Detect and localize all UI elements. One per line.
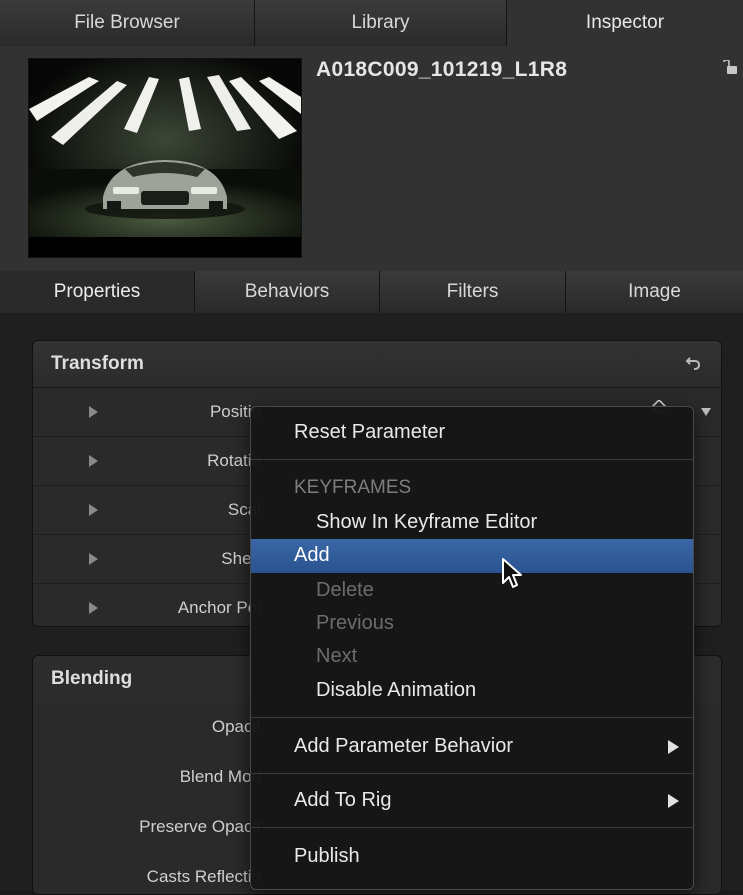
menu-item-label: Previous bbox=[316, 612, 394, 634]
parameter-label: Scal bbox=[227, 500, 261, 519]
menu-section-keyframes: KEYFRAMES bbox=[251, 477, 693, 505]
menu-separator bbox=[251, 773, 693, 774]
tab-behaviors[interactable]: Behaviors bbox=[195, 271, 380, 313]
animation-menu-arrow-icon[interactable] bbox=[701, 408, 711, 416]
transform-group-header[interactable]: Transform bbox=[33, 341, 721, 388]
inspector-tab-bar: Properties Behaviors Filters Image bbox=[0, 271, 743, 313]
blending-title: Blending bbox=[51, 668, 133, 689]
menu-item-reset-parameter[interactable]: Reset Parameter bbox=[251, 421, 693, 451]
menu-item-label: Add bbox=[294, 544, 330, 566]
menu-item-add-to-rig[interactable]: Add To Rig bbox=[251, 789, 693, 819]
parameter-label: Preserve Opacit bbox=[139, 817, 261, 836]
menu-separator bbox=[251, 717, 693, 718]
parameter-label: Casts Reflectio bbox=[146, 867, 261, 886]
menu-item-add[interactable]: Add bbox=[251, 539, 693, 573]
clip-name: A018C009_101219_L1R8 bbox=[316, 58, 568, 81]
tab-properties[interactable]: Properties bbox=[0, 271, 195, 313]
parameter-label: Anchor Poi bbox=[177, 598, 261, 617]
mouse-pointer-icon bbox=[502, 558, 522, 588]
menu-item-label: Disable Animation bbox=[316, 679, 477, 701]
menu-item-previous: Previous bbox=[251, 612, 693, 642]
parameter-label: Positio bbox=[209, 402, 261, 421]
menu-item-label: Add To Rig bbox=[294, 789, 392, 811]
menu-item-label: Show In Keyframe Editor bbox=[316, 511, 538, 533]
menu-item-disable-animation[interactable]: Disable Animation bbox=[251, 679, 693, 709]
parameter-label: Rotatio bbox=[207, 451, 261, 470]
lock-open-icon[interactable] bbox=[722, 60, 738, 76]
tab-file-browser[interactable]: File Browser bbox=[0, 0, 255, 46]
parameter-label: Opacit bbox=[211, 717, 261, 736]
menu-section-label: KEYFRAMES bbox=[294, 477, 412, 498]
submenu-arrow-icon bbox=[668, 740, 679, 754]
menu-item-add-parameter-behavior[interactable]: Add Parameter Behavior bbox=[251, 735, 693, 765]
tab-inspector[interactable]: Inspector bbox=[507, 0, 743, 46]
transform-title: Transform bbox=[51, 353, 144, 374]
menu-separator bbox=[251, 827, 693, 828]
menu-separator bbox=[251, 459, 693, 460]
parameter-label: Blend Mod bbox=[179, 767, 261, 786]
parameter-context-menu: Reset Parameter KEYFRAMES Show In Keyfra… bbox=[250, 406, 694, 890]
reset-arrow-icon[interactable] bbox=[685, 355, 701, 371]
menu-item-label: Publish bbox=[294, 845, 360, 867]
tab-library[interactable]: Library bbox=[255, 0, 507, 46]
menu-item-label: Delete bbox=[316, 579, 374, 601]
menu-item-show-in-keyframe-editor[interactable]: Show In Keyframe Editor bbox=[251, 511, 693, 541]
menu-item-label: Reset Parameter bbox=[294, 421, 446, 443]
car-in-studio-image bbox=[29, 59, 301, 257]
clip-thumbnail bbox=[28, 58, 302, 258]
menu-item-label: Add Parameter Behavior bbox=[294, 735, 514, 757]
menu-item-next: Next bbox=[251, 645, 693, 675]
inspector-header: A018C009_101219_L1R8 bbox=[0, 46, 743, 271]
tab-filters[interactable]: Filters bbox=[380, 271, 566, 313]
menu-item-publish[interactable]: Publish bbox=[251, 845, 693, 875]
parameter-label: Shea bbox=[221, 549, 261, 568]
submenu-arrow-icon bbox=[668, 794, 679, 808]
menu-item-delete: Delete bbox=[251, 579, 693, 609]
top-tab-bar: File Browser Library Inspector bbox=[0, 0, 743, 46]
tab-image[interactable]: Image bbox=[566, 271, 743, 313]
menu-item-label: Next bbox=[316, 645, 358, 667]
